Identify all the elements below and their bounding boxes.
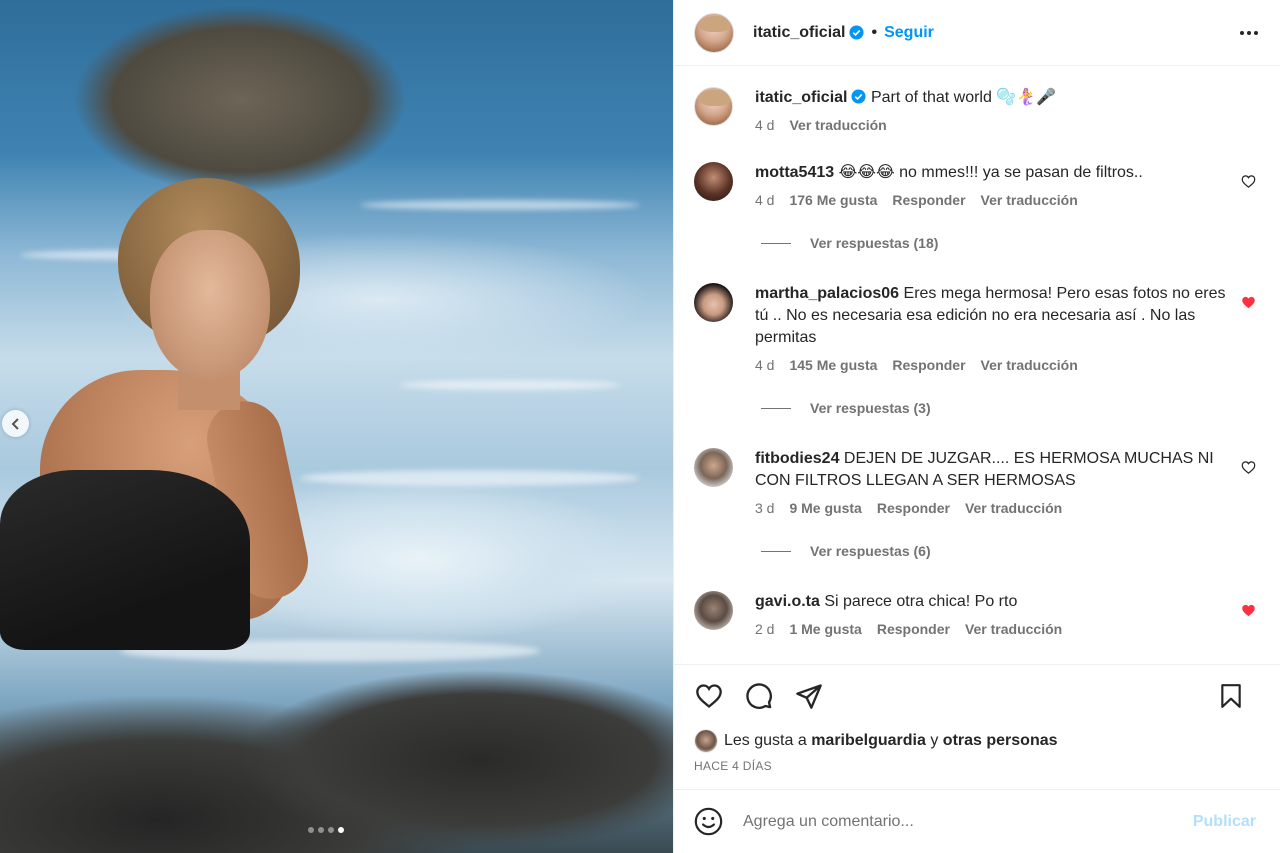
comments-list[interactable]: itatic_oficial Part of that world 🫧🧜‍♀️🎤…: [674, 67, 1280, 663]
like-button[interactable]: [694, 681, 724, 711]
carousel-dots: [308, 827, 344, 833]
caption: itatic_oficial Part of that world 🫧🧜‍♀️🎤…: [694, 87, 1260, 133]
reply-button[interactable]: Responder: [892, 192, 965, 208]
comment-text: 😂😂😂 no mmes!!! ya se pasan de filtros..: [838, 164, 1143, 181]
comment-time[interactable]: 3 d: [755, 500, 774, 516]
comment-likes[interactable]: 9 Me gusta: [789, 500, 861, 516]
comment-username[interactable]: martha_palacios06: [755, 285, 899, 302]
view-replies-button[interactable]: Ver respuestas (3): [761, 400, 1260, 416]
comment-item: martha_palacios06 Eres mega hermosa! Per…: [694, 283, 1260, 373]
translate-link[interactable]: Ver traducción: [965, 621, 1062, 637]
avatar[interactable]: [694, 283, 733, 322]
comment-like-icon[interactable]: [1241, 174, 1256, 189]
heart-icon: [696, 684, 722, 708]
caption-time[interactable]: 4 d: [755, 117, 774, 133]
carousel-dot: [328, 827, 334, 833]
chevron-left-icon: [11, 417, 19, 430]
verified-badge-icon: [851, 89, 867, 104]
translate-link[interactable]: Ver traducción: [965, 500, 1062, 516]
likes-others-link[interactable]: otras personas: [943, 732, 1058, 750]
comment-username[interactable]: motta5413: [755, 164, 834, 181]
comment-likes[interactable]: 176 Me gusta: [789, 192, 877, 208]
more-options-button[interactable]: [1238, 22, 1260, 44]
likes-conjunction: y: [930, 732, 939, 749]
caption-username[interactable]: itatic_oficial: [755, 89, 847, 106]
post-side-panel: itatic_oficial • Seguir itatic_oficial P…: [673, 0, 1280, 853]
comment-like-icon[interactable]: [1241, 460, 1256, 475]
translate-link[interactable]: Ver traducción: [789, 117, 886, 133]
comment-item: fitbodies24 DEJEN DE JUZGAR.... ES HERMO…: [694, 448, 1260, 516]
carousel-prev-button[interactable]: [2, 410, 29, 437]
verified-badge-icon: [849, 25, 865, 40]
save-button[interactable]: [1216, 681, 1246, 711]
more-icon: [1240, 31, 1244, 35]
comment-username[interactable]: fitbodies24: [755, 450, 839, 467]
post-header: itatic_oficial • Seguir: [674, 0, 1280, 66]
photo-subject: [0, 170, 320, 650]
view-replies-label[interactable]: Ver respuestas (18): [810, 235, 938, 251]
view-replies-button[interactable]: Ver respuestas (6): [761, 543, 1260, 559]
comment-time[interactable]: 4 d: [755, 192, 774, 208]
carousel-dot: [308, 827, 314, 833]
comment-button[interactable]: [744, 681, 774, 711]
add-comment-bar: Publicar: [674, 789, 1280, 853]
translate-link[interactable]: Ver traducción: [981, 192, 1078, 208]
avatar[interactable]: [694, 162, 733, 201]
bookmark-icon: [1221, 684, 1241, 708]
comment-time[interactable]: 2 d: [755, 621, 774, 637]
comment-item: motta5413 😂😂😂 no mmes!!! ya se pasan de …: [694, 162, 1260, 208]
post-photo[interactable]: [0, 0, 673, 853]
comment-likes[interactable]: 1 Me gusta: [789, 621, 861, 637]
comment-time[interactable]: 4 d: [755, 357, 774, 373]
carousel-dot: [318, 827, 324, 833]
header-username[interactable]: itatic_oficial: [753, 24, 845, 42]
caption-text: Part of that world 🫧🧜‍♀️🎤: [870, 89, 1057, 106]
carousel-dot-active: [338, 827, 344, 833]
reply-button[interactable]: Responder: [892, 357, 965, 373]
comment-username[interactable]: gavi.o.ta: [755, 593, 820, 610]
comment-likes[interactable]: 145 Me gusta: [789, 357, 877, 373]
view-replies-button[interactable]: Ver respuestas (18): [761, 235, 1260, 251]
emoji-icon[interactable]: [694, 807, 723, 836]
likes-user-link[interactable]: maribelguardia: [811, 732, 926, 750]
follow-button[interactable]: Seguir: [884, 24, 934, 42]
share-button[interactable]: [794, 681, 824, 711]
share-icon: [796, 684, 822, 709]
reply-button[interactable]: Responder: [877, 621, 950, 637]
comment-input[interactable]: [743, 812, 1163, 831]
translate-link[interactable]: Ver traducción: [981, 357, 1078, 373]
publish-button[interactable]: Publicar: [1193, 813, 1256, 831]
avatar[interactable]: [694, 448, 733, 487]
view-replies-label[interactable]: Ver respuestas (6): [810, 543, 931, 559]
view-replies-label[interactable]: Ver respuestas (3): [810, 400, 931, 416]
comment-liked-icon[interactable]: [1241, 295, 1256, 310]
avatar[interactable]: [694, 729, 718, 753]
post-timestamp[interactable]: HACE 4 DÍAS: [694, 759, 1260, 773]
comment-text: Si parece otra chica! Po rto: [824, 593, 1018, 610]
comment-item: gavi.o.ta Si parece otra chica! Po rto 2…: [694, 591, 1260, 637]
post-actions: Les gusta a maribelguardia y otras perso…: [674, 664, 1280, 773]
comment-icon: [746, 683, 772, 709]
avatar[interactable]: [694, 12, 734, 53]
avatar[interactable]: [694, 87, 733, 126]
avatar[interactable]: [694, 591, 733, 630]
likes-prefix: Les gusta a: [724, 732, 807, 749]
reply-button[interactable]: Responder: [877, 500, 950, 516]
comment-liked-icon[interactable]: [1241, 603, 1256, 618]
header-separator: •: [871, 23, 878, 41]
likes-summary[interactable]: Les gusta a maribelguardia y otras perso…: [694, 729, 1260, 753]
